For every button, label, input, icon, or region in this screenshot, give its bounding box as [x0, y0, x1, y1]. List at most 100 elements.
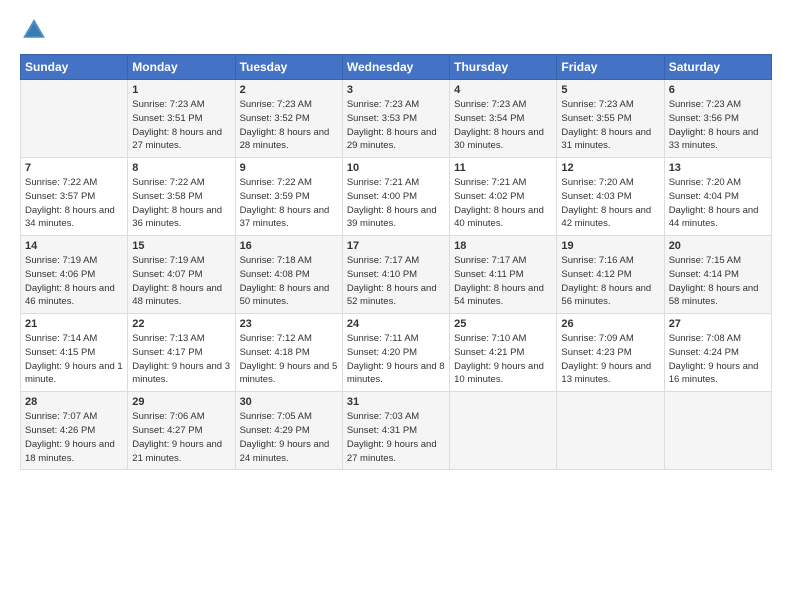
day-info: Sunrise: 7:23 AM Sunset: 3:56 PM Dayligh…: [669, 98, 767, 153]
day-info: Sunrise: 7:10 AM Sunset: 4:21 PM Dayligh…: [454, 332, 552, 387]
sunrise-text: Sunrise: 7:12 AM: [240, 333, 312, 344]
daylight-text: Daylight: 8 hours and 46 minutes.: [25, 283, 115, 308]
day-number: 31: [347, 396, 445, 408]
sunset-text: Sunset: 4:18 PM: [240, 347, 310, 358]
daylight-text: Daylight: 8 hours and 27 minutes.: [132, 127, 222, 152]
calendar-cell: 25 Sunrise: 7:10 AM Sunset: 4:21 PM Dayl…: [450, 314, 557, 392]
sunset-text: Sunset: 4:23 PM: [561, 347, 631, 358]
day-number: 18: [454, 240, 552, 252]
day-info: Sunrise: 7:11 AM Sunset: 4:20 PM Dayligh…: [347, 332, 445, 387]
sunset-text: Sunset: 4:31 PM: [347, 425, 417, 436]
daylight-text: Daylight: 8 hours and 56 minutes.: [561, 283, 651, 308]
calendar-cell: 16 Sunrise: 7:18 AM Sunset: 4:08 PM Dayl…: [235, 236, 342, 314]
sunset-text: Sunset: 4:02 PM: [454, 191, 524, 202]
day-number: 19: [561, 240, 659, 252]
weekday-header-thursday: Thursday: [450, 55, 557, 80]
calendar-cell: 4 Sunrise: 7:23 AM Sunset: 3:54 PM Dayli…: [450, 80, 557, 158]
sunrise-text: Sunrise: 7:19 AM: [132, 255, 204, 266]
sunrise-text: Sunrise: 7:17 AM: [454, 255, 526, 266]
daylight-text: Daylight: 8 hours and 50 minutes.: [240, 283, 330, 308]
sunset-text: Sunset: 4:29 PM: [240, 425, 310, 436]
day-info: Sunrise: 7:23 AM Sunset: 3:52 PM Dayligh…: [240, 98, 338, 153]
calendar-table: SundayMondayTuesdayWednesdayThursdayFrid…: [20, 54, 772, 470]
week-row-3: 21 Sunrise: 7:14 AM Sunset: 4:15 PM Dayl…: [21, 314, 772, 392]
day-info: Sunrise: 7:19 AM Sunset: 4:07 PM Dayligh…: [132, 254, 230, 309]
calendar-cell: 17 Sunrise: 7:17 AM Sunset: 4:10 PM Dayl…: [342, 236, 449, 314]
logo-icon: [20, 16, 48, 44]
day-number: 26: [561, 318, 659, 330]
day-info: Sunrise: 7:16 AM Sunset: 4:12 PM Dayligh…: [561, 254, 659, 309]
header: [20, 16, 772, 44]
sunrise-text: Sunrise: 7:13 AM: [132, 333, 204, 344]
sunset-text: Sunset: 3:59 PM: [240, 191, 310, 202]
calendar-cell: 21 Sunrise: 7:14 AM Sunset: 4:15 PM Dayl…: [21, 314, 128, 392]
calendar-cell: 12 Sunrise: 7:20 AM Sunset: 4:03 PM Dayl…: [557, 158, 664, 236]
day-info: Sunrise: 7:15 AM Sunset: 4:14 PM Dayligh…: [669, 254, 767, 309]
daylight-text: Daylight: 9 hours and 27 minutes.: [347, 439, 437, 464]
daylight-text: Daylight: 9 hours and 21 minutes.: [132, 439, 222, 464]
day-info: Sunrise: 7:23 AM Sunset: 3:54 PM Dayligh…: [454, 98, 552, 153]
week-row-4: 28 Sunrise: 7:07 AM Sunset: 4:26 PM Dayl…: [21, 392, 772, 470]
day-info: Sunrise: 7:03 AM Sunset: 4:31 PM Dayligh…: [347, 410, 445, 465]
daylight-text: Daylight: 8 hours and 44 minutes.: [669, 205, 759, 230]
day-info: Sunrise: 7:20 AM Sunset: 4:04 PM Dayligh…: [669, 176, 767, 231]
calendar-cell: 15 Sunrise: 7:19 AM Sunset: 4:07 PM Dayl…: [128, 236, 235, 314]
calendar-cell: 2 Sunrise: 7:23 AM Sunset: 3:52 PM Dayli…: [235, 80, 342, 158]
calendar-cell: 7 Sunrise: 7:22 AM Sunset: 3:57 PM Dayli…: [21, 158, 128, 236]
sunrise-text: Sunrise: 7:05 AM: [240, 411, 312, 422]
daylight-text: Daylight: 8 hours and 48 minutes.: [132, 283, 222, 308]
daylight-text: Daylight: 9 hours and 18 minutes.: [25, 439, 115, 464]
sunset-text: Sunset: 4:11 PM: [454, 269, 524, 280]
sunset-text: Sunset: 4:03 PM: [561, 191, 631, 202]
day-number: 27: [669, 318, 767, 330]
sunrise-text: Sunrise: 7:21 AM: [454, 177, 526, 188]
sunrise-text: Sunrise: 7:10 AM: [454, 333, 526, 344]
sunrise-text: Sunrise: 7:23 AM: [561, 99, 633, 110]
day-number: 11: [454, 162, 552, 174]
calendar-cell: 14 Sunrise: 7:19 AM Sunset: 4:06 PM Dayl…: [21, 236, 128, 314]
sunset-text: Sunset: 4:20 PM: [347, 347, 417, 358]
sunrise-text: Sunrise: 7:15 AM: [669, 255, 741, 266]
day-info: Sunrise: 7:17 AM Sunset: 4:11 PM Dayligh…: [454, 254, 552, 309]
weekday-header-tuesday: Tuesday: [235, 55, 342, 80]
daylight-text: Daylight: 8 hours and 34 minutes.: [25, 205, 115, 230]
sunrise-text: Sunrise: 7:16 AM: [561, 255, 633, 266]
weekday-header-saturday: Saturday: [664, 55, 771, 80]
weekday-header-wednesday: Wednesday: [342, 55, 449, 80]
day-info: Sunrise: 7:07 AM Sunset: 4:26 PM Dayligh…: [25, 410, 123, 465]
sunrise-text: Sunrise: 7:22 AM: [132, 177, 204, 188]
sunrise-text: Sunrise: 7:20 AM: [561, 177, 633, 188]
calendar-cell: [664, 392, 771, 470]
day-number: 12: [561, 162, 659, 174]
sunrise-text: Sunrise: 7:23 AM: [454, 99, 526, 110]
day-number: 6: [669, 84, 767, 96]
sunset-text: Sunset: 4:15 PM: [25, 347, 95, 358]
calendar-cell: 28 Sunrise: 7:07 AM Sunset: 4:26 PM Dayl…: [21, 392, 128, 470]
sunrise-text: Sunrise: 7:19 AM: [25, 255, 97, 266]
day-number: 7: [25, 162, 123, 174]
sunset-text: Sunset: 3:51 PM: [132, 113, 202, 124]
sunset-text: Sunset: 3:58 PM: [132, 191, 202, 202]
calendar-cell: 11 Sunrise: 7:21 AM Sunset: 4:02 PM Dayl…: [450, 158, 557, 236]
day-number: 3: [347, 84, 445, 96]
day-number: 8: [132, 162, 230, 174]
sunrise-text: Sunrise: 7:07 AM: [25, 411, 97, 422]
sunrise-text: Sunrise: 7:18 AM: [240, 255, 312, 266]
daylight-text: Daylight: 8 hours and 31 minutes.: [561, 127, 651, 152]
sunrise-text: Sunrise: 7:23 AM: [132, 99, 204, 110]
sunset-text: Sunset: 4:14 PM: [669, 269, 739, 280]
calendar-cell: 19 Sunrise: 7:16 AM Sunset: 4:12 PM Dayl…: [557, 236, 664, 314]
day-number: 16: [240, 240, 338, 252]
day-info: Sunrise: 7:18 AM Sunset: 4:08 PM Dayligh…: [240, 254, 338, 309]
sunrise-text: Sunrise: 7:03 AM: [347, 411, 419, 422]
sunset-text: Sunset: 4:21 PM: [454, 347, 524, 358]
sunset-text: Sunset: 3:56 PM: [669, 113, 739, 124]
sunset-text: Sunset: 4:12 PM: [561, 269, 631, 280]
calendar-cell: 10 Sunrise: 7:21 AM Sunset: 4:00 PM Dayl…: [342, 158, 449, 236]
day-number: 15: [132, 240, 230, 252]
day-number: 14: [25, 240, 123, 252]
week-row-2: 14 Sunrise: 7:19 AM Sunset: 4:06 PM Dayl…: [21, 236, 772, 314]
calendar-cell: 13 Sunrise: 7:20 AM Sunset: 4:04 PM Dayl…: [664, 158, 771, 236]
sunrise-text: Sunrise: 7:23 AM: [240, 99, 312, 110]
daylight-text: Daylight: 8 hours and 58 minutes.: [669, 283, 759, 308]
